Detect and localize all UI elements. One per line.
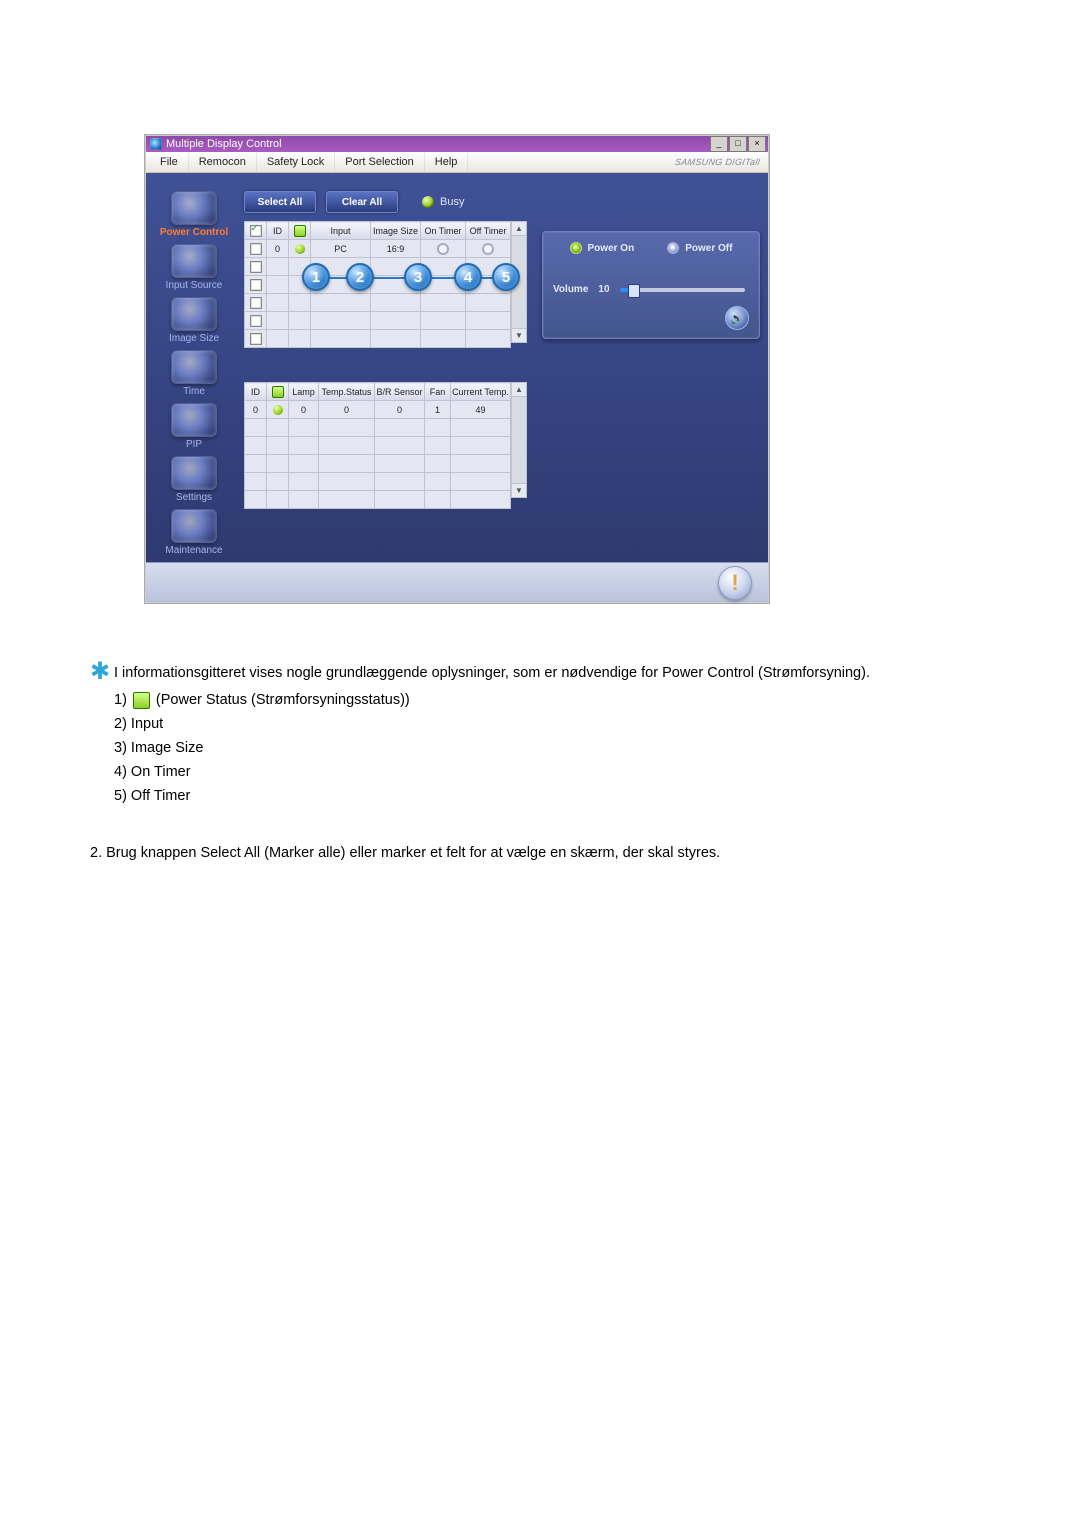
slider-thumb-icon[interactable] <box>628 284 640 298</box>
titlebar: Multiple Display Control _ □ × <box>146 136 768 152</box>
explanation-block: ✱ I informationsgitteret vises nogle gru… <box>90 663 990 864</box>
radio-dot-icon <box>667 242 679 254</box>
sidebar-item-time[interactable]: Time <box>154 350 234 397</box>
status-grid-scrollbar[interactable]: ▲ ▼ <box>511 382 527 498</box>
table-row[interactable] <box>245 473 511 491</box>
scroll-down-icon[interactable]: ▼ <box>512 483 526 497</box>
minimize-button[interactable]: _ <box>710 136 728 152</box>
table-row[interactable] <box>245 330 511 348</box>
busy-label: Busy <box>440 196 464 208</box>
window-footer: ! <box>146 562 768 602</box>
table-row[interactable] <box>245 294 511 312</box>
scol-temp-status[interactable]: Temp.Status <box>319 383 375 401</box>
menu-file[interactable]: File <box>150 152 189 172</box>
volume-slider[interactable] <box>620 288 745 292</box>
step-2-text: 2. Brug knappen Select All (Marker alle)… <box>90 843 990 864</box>
scol-fan[interactable]: Fan <box>425 383 451 401</box>
power-status-icon <box>133 692 150 709</box>
power-control-panel: Power On Power Off Volume 10 🔊 <box>542 231 760 339</box>
col-input[interactable]: Input <box>311 222 371 240</box>
brand-logo: SAMSUNG DIGITall <box>674 157 764 167</box>
table-row[interactable] <box>245 491 511 509</box>
col-id[interactable]: ID <box>267 222 289 240</box>
scol-current-temp[interactable]: Current Temp. <box>451 383 511 401</box>
sidebar-item-input-source[interactable]: Input Source <box>154 244 234 291</box>
legend-item-5: 5) Off Timer <box>114 786 990 807</box>
col-image-size[interactable]: Image Size <box>371 222 421 240</box>
col-power-status[interactable] <box>289 222 311 240</box>
sidebar-item-pip[interactable]: PIP <box>154 403 234 450</box>
gear-icon <box>171 456 217 490</box>
col-checkbox[interactable] <box>245 222 267 240</box>
menubar: File Remocon Safety Lock Port Selection … <box>146 152 768 173</box>
table-row[interactable] <box>245 258 511 276</box>
info-icon[interactable]: ! <box>718 566 752 600</box>
menu-safety-lock[interactable]: Safety Lock <box>257 152 335 172</box>
power-icon <box>171 191 217 225</box>
table-row[interactable] <box>245 455 511 473</box>
scroll-down-icon[interactable]: ▼ <box>512 328 526 342</box>
image-size-icon <box>171 297 217 331</box>
sidebar-item-maintenance[interactable]: Maintenance <box>154 509 234 556</box>
scol-lamp[interactable]: Lamp <box>289 383 319 401</box>
star-bullet-icon: ✱ <box>90 663 108 684</box>
select-all-button[interactable]: Select All <box>244 191 316 213</box>
volume-value: 10 <box>598 284 609 295</box>
clear-all-button[interactable]: Clear All <box>326 191 398 213</box>
status-grid[interactable]: ID Lamp Temp.Status B/R Sensor Fan Curre… <box>244 382 511 509</box>
display-grid[interactable]: ID Input Image Size On Timer Off Timer 0… <box>244 221 511 348</box>
menu-port-selection[interactable]: Port Selection <box>335 152 424 172</box>
display-grid-scrollbar[interactable]: ▲ ▼ <box>511 221 527 343</box>
power-on-radio[interactable]: Power On <box>570 242 635 254</box>
volume-label: Volume <box>553 284 588 295</box>
pip-icon <box>171 403 217 437</box>
legend-item-3: 3) Image Size <box>114 738 990 759</box>
app-window: Multiple Display Control _ □ × File Remo… <box>145 135 769 603</box>
maximize-button[interactable]: □ <box>729 136 747 152</box>
table-row[interactable] <box>245 419 511 437</box>
close-button[interactable]: × <box>748 136 766 152</box>
sidebar-item-image-size[interactable]: Image Size <box>154 297 234 344</box>
input-source-icon <box>171 244 217 278</box>
legend-item-2: 2) Input <box>114 714 990 735</box>
power-off-radio[interactable]: Power Off <box>667 242 732 254</box>
app-icon <box>150 138 162 150</box>
table-row[interactable] <box>245 312 511 330</box>
radio-dot-icon <box>570 242 582 254</box>
col-off-timer[interactable]: Off Timer <box>466 222 511 240</box>
status-grid-wrap: ID Lamp Temp.Status B/R Sensor Fan Curre… <box>244 382 762 509</box>
col-on-timer[interactable]: On Timer <box>421 222 466 240</box>
scol-power-status[interactable] <box>267 383 289 401</box>
speaker-icon[interactable]: 🔊 <box>725 306 749 330</box>
legend-item-1: 1) (Power Status (Strømforsyningsstatus)… <box>114 690 990 711</box>
table-row[interactable] <box>245 437 511 455</box>
scroll-up-icon[interactable]: ▲ <box>512 383 526 397</box>
scol-br-sensor[interactable]: B/R Sensor <box>375 383 425 401</box>
sidebar-item-settings[interactable]: Settings <box>154 456 234 503</box>
clock-icon <box>171 350 217 384</box>
menu-remocon[interactable]: Remocon <box>189 152 257 172</box>
legend-item-4: 4) On Timer <box>114 762 990 783</box>
window-title: Multiple Display Control <box>166 138 282 150</box>
table-row[interactable]: 0 0 0 0 1 49 <box>245 401 511 419</box>
scol-id[interactable]: ID <box>245 383 267 401</box>
sidebar-item-power-control[interactable]: Power Control <box>154 191 234 238</box>
table-row[interactable]: 0 PC 16:9 <box>245 240 511 258</box>
menu-help[interactable]: Help <box>425 152 469 172</box>
scroll-up-icon[interactable]: ▲ <box>512 222 526 236</box>
intro-text: I informationsgitteret vises nogle grund… <box>114 663 870 684</box>
busy-indicator-icon <box>422 196 434 208</box>
wrench-icon <box>171 509 217 543</box>
sidebar: Power Control Input Source Image Size Ti… <box>146 173 242 562</box>
table-row[interactable] <box>245 276 511 294</box>
